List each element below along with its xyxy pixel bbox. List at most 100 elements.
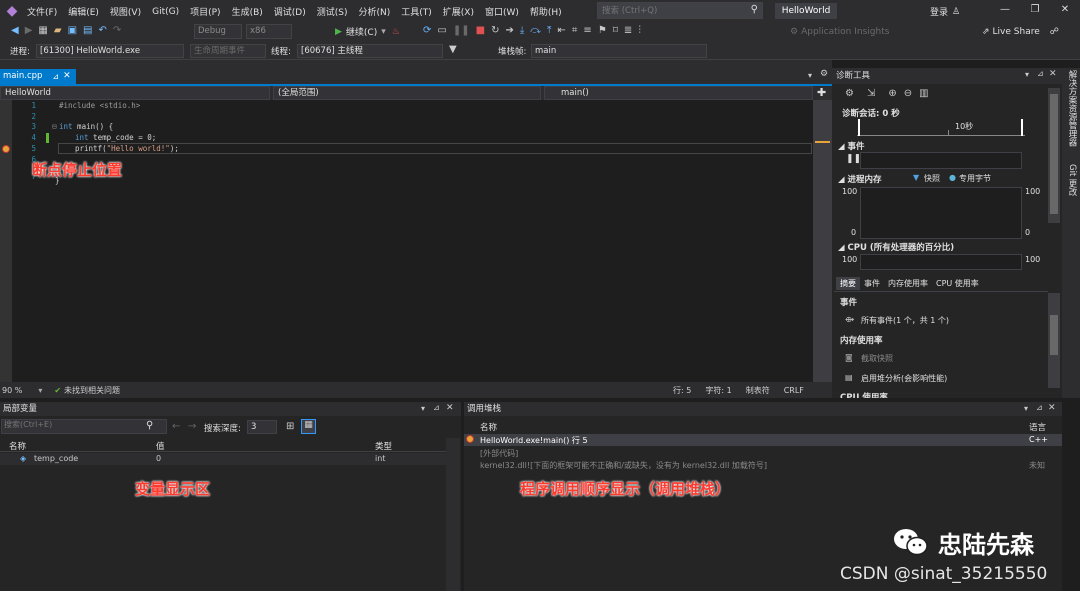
take-snapshot-button[interactable]: 截取快照 xyxy=(861,353,893,364)
pause-icon[interactable]: ❚❚ xyxy=(453,25,470,36)
menu-analyze[interactable]: 分析(N) xyxy=(358,5,390,18)
diag-dropdown-icon[interactable]: ▾ xyxy=(1025,70,1029,79)
comment-icon[interactable]: ≣ xyxy=(624,25,632,36)
locals-search-box[interactable]: ⚲ xyxy=(1,419,167,434)
locals-scrollbar[interactable] xyxy=(446,438,460,591)
restart-icon[interactable]: ↻ xyxy=(491,25,499,36)
pin-icon[interactable]: ⊿ xyxy=(52,69,59,84)
stack-frame-combo[interactable]: main xyxy=(531,44,707,58)
hot-reload-icon[interactable]: ♨ xyxy=(392,27,400,37)
continue-button[interactable]: ▶ 继续(C) ▾ ♨ xyxy=(335,25,400,39)
diagnostics-scrollbar[interactable] xyxy=(1048,88,1060,223)
callstack-col-name[interactable]: 名称 xyxy=(480,421,497,433)
undo-icon[interactable]: ↶ xyxy=(98,25,106,36)
table-row[interactable]: ◈ temp_code 0 int xyxy=(0,453,446,465)
breakpoint-icon[interactable] xyxy=(2,145,10,153)
filter-icon[interactable]: ▼ xyxy=(449,44,457,55)
summary-scroll-thumb[interactable] xyxy=(1050,315,1058,355)
git-changes-tab[interactable]: Git 更改 xyxy=(1066,164,1078,196)
config-combo[interactable]: Debug xyxy=(194,24,242,39)
menu-extensions[interactable]: 扩展(X) xyxy=(443,5,474,18)
tab-overflow-icon[interactable]: ▾ xyxy=(808,71,812,80)
menu-tools[interactable]: 工具(T) xyxy=(401,5,432,18)
open-folder-icon[interactable]: ▰ xyxy=(54,25,62,36)
timeline-ruler[interactable] xyxy=(857,120,1025,136)
split-editor-icon[interactable]: ✚ xyxy=(817,86,826,99)
project-nav-combo[interactable]: HelloWorld xyxy=(0,86,270,100)
diag-close-icon[interactable]: ✕ xyxy=(1049,69,1057,79)
pause-events-icon[interactable]: ❚❚ xyxy=(846,154,861,164)
events-track[interactable] xyxy=(860,152,1022,169)
all-events-link[interactable]: 所有事件(1 个，共 1 个) xyxy=(861,315,949,326)
locals-close-icon[interactable]: ✕ xyxy=(446,403,454,413)
diag-pin-icon[interactable]: ⊿ xyxy=(1037,69,1044,78)
thread-combo[interactable]: [60676] 主线程 xyxy=(297,44,443,58)
back-icon[interactable]: ◀ xyxy=(11,25,19,36)
memory-graph[interactable] xyxy=(860,187,1022,239)
uncomment-icon[interactable]: ⫶ xyxy=(638,25,641,36)
feedback-icon[interactable]: ☍ xyxy=(1050,27,1059,37)
live-share-button[interactable]: ⇗ Live Share ☍ xyxy=(982,27,1059,37)
scope-nav-combo[interactable]: (全局范围) xyxy=(273,86,541,100)
reset-zoom-icon[interactable]: ▥ xyxy=(919,88,928,99)
search-depth-combo[interactable]: 3 xyxy=(247,420,277,434)
search-back-icon[interactable]: ← xyxy=(172,421,180,432)
zoom-out-icon[interactable]: ⊖ xyxy=(904,88,912,99)
hex-icon[interactable]: ⌗ xyxy=(572,25,578,36)
restore-icon[interactable]: ❐ xyxy=(1020,4,1050,15)
tab-main-cpp[interactable]: main.cpp ⊿ ✕ xyxy=(0,69,76,84)
tab-summary[interactable]: 摘要 xyxy=(836,277,860,290)
forward-icon[interactable]: ▶ xyxy=(25,25,33,36)
lifecycle-events-combo[interactable]: 生命周期事件 xyxy=(190,44,266,58)
settings-icon[interactable]: ⚙ xyxy=(845,88,854,99)
step-into-icon[interactable]: ⤓ xyxy=(520,25,524,36)
menu-build[interactable]: 生成(B) xyxy=(232,5,263,18)
menu-edit[interactable]: 编辑(E) xyxy=(68,5,99,18)
timeline-start-handle[interactable] xyxy=(858,119,860,136)
platform-combo[interactable]: x86 xyxy=(246,24,292,39)
login-button[interactable]: 登录 ♙ xyxy=(930,5,960,19)
heap-analysis-button[interactable]: 启用堆分析(会影响性能) xyxy=(861,373,947,384)
locals-dropdown-icon[interactable]: ▾ xyxy=(421,404,425,413)
breakpoint-margin[interactable] xyxy=(0,100,12,382)
diagnostics-scroll-thumb[interactable] xyxy=(1050,94,1058,214)
tab-memory-usage[interactable]: 内存使用率 xyxy=(884,277,932,290)
menu-test[interactable]: 测试(S) xyxy=(317,5,348,18)
bookmark-icon[interactable]: ⌑ xyxy=(613,25,618,36)
save-all-icon[interactable]: ▤ xyxy=(83,25,92,36)
locals-search-icon[interactable]: ⚲ xyxy=(146,420,153,431)
redo-icon[interactable]: ↷ xyxy=(113,25,121,36)
menu-window[interactable]: 窗口(W) xyxy=(485,5,519,18)
table-row[interactable]: HelloWorld.exe!main() 行 5 C++ xyxy=(464,434,1062,446)
process-combo[interactable]: [61300] HelloWorld.exe xyxy=(36,44,184,58)
table-row[interactable]: [外部代码] xyxy=(464,447,1062,459)
callstack-pin-icon[interactable]: ⊿ xyxy=(1036,403,1043,412)
show-next-statement-icon[interactable]: ➔ xyxy=(505,25,513,36)
zoom-dropdown-icon[interactable]: ▾ xyxy=(38,386,42,395)
close-icon[interactable]: ✕ xyxy=(1050,4,1080,15)
close-tab-icon[interactable]: ✕ xyxy=(63,69,71,84)
callstack-close-icon[interactable]: ✕ xyxy=(1048,403,1056,413)
menu-file[interactable]: 文件(F) xyxy=(27,5,57,18)
search-icon[interactable]: ⚲ xyxy=(751,4,758,15)
flag-icon[interactable]: ⚑ xyxy=(598,25,607,36)
step-out-icon[interactable]: ⤒ xyxy=(547,25,551,36)
menu-git[interactable]: Git(G) xyxy=(152,7,179,17)
summary-scrollbar[interactable] xyxy=(1048,293,1060,388)
collapse-icon[interactable]: ⊟ xyxy=(52,122,57,131)
tab-cpu-usage[interactable]: CPU 使用率 xyxy=(932,277,983,290)
global-search-input[interactable] xyxy=(598,3,738,18)
step-over-icon[interactable]: ⤼ xyxy=(530,25,541,36)
menu-view[interactable]: 视图(V) xyxy=(110,5,141,18)
step-back-icon[interactable]: ⇤ xyxy=(557,25,565,36)
save-icon[interactable]: ▣ xyxy=(68,25,77,36)
screenshot-icon[interactable]: ▭ xyxy=(437,25,446,36)
timeline-end-handle[interactable] xyxy=(1021,119,1023,136)
callstack-col-language[interactable]: 语言 xyxy=(1029,421,1046,433)
settings-gear-icon[interactable]: ⚙ xyxy=(820,69,828,79)
minimize-icon[interactable]: — xyxy=(990,4,1020,15)
zoom-in-icon[interactable]: ⊕ xyxy=(888,88,896,99)
callstack-dropdown-icon[interactable]: ▾ xyxy=(1024,404,1028,413)
stop-icon[interactable]: ■ xyxy=(476,25,485,36)
zoom-level[interactable]: 90 % xyxy=(2,386,22,395)
